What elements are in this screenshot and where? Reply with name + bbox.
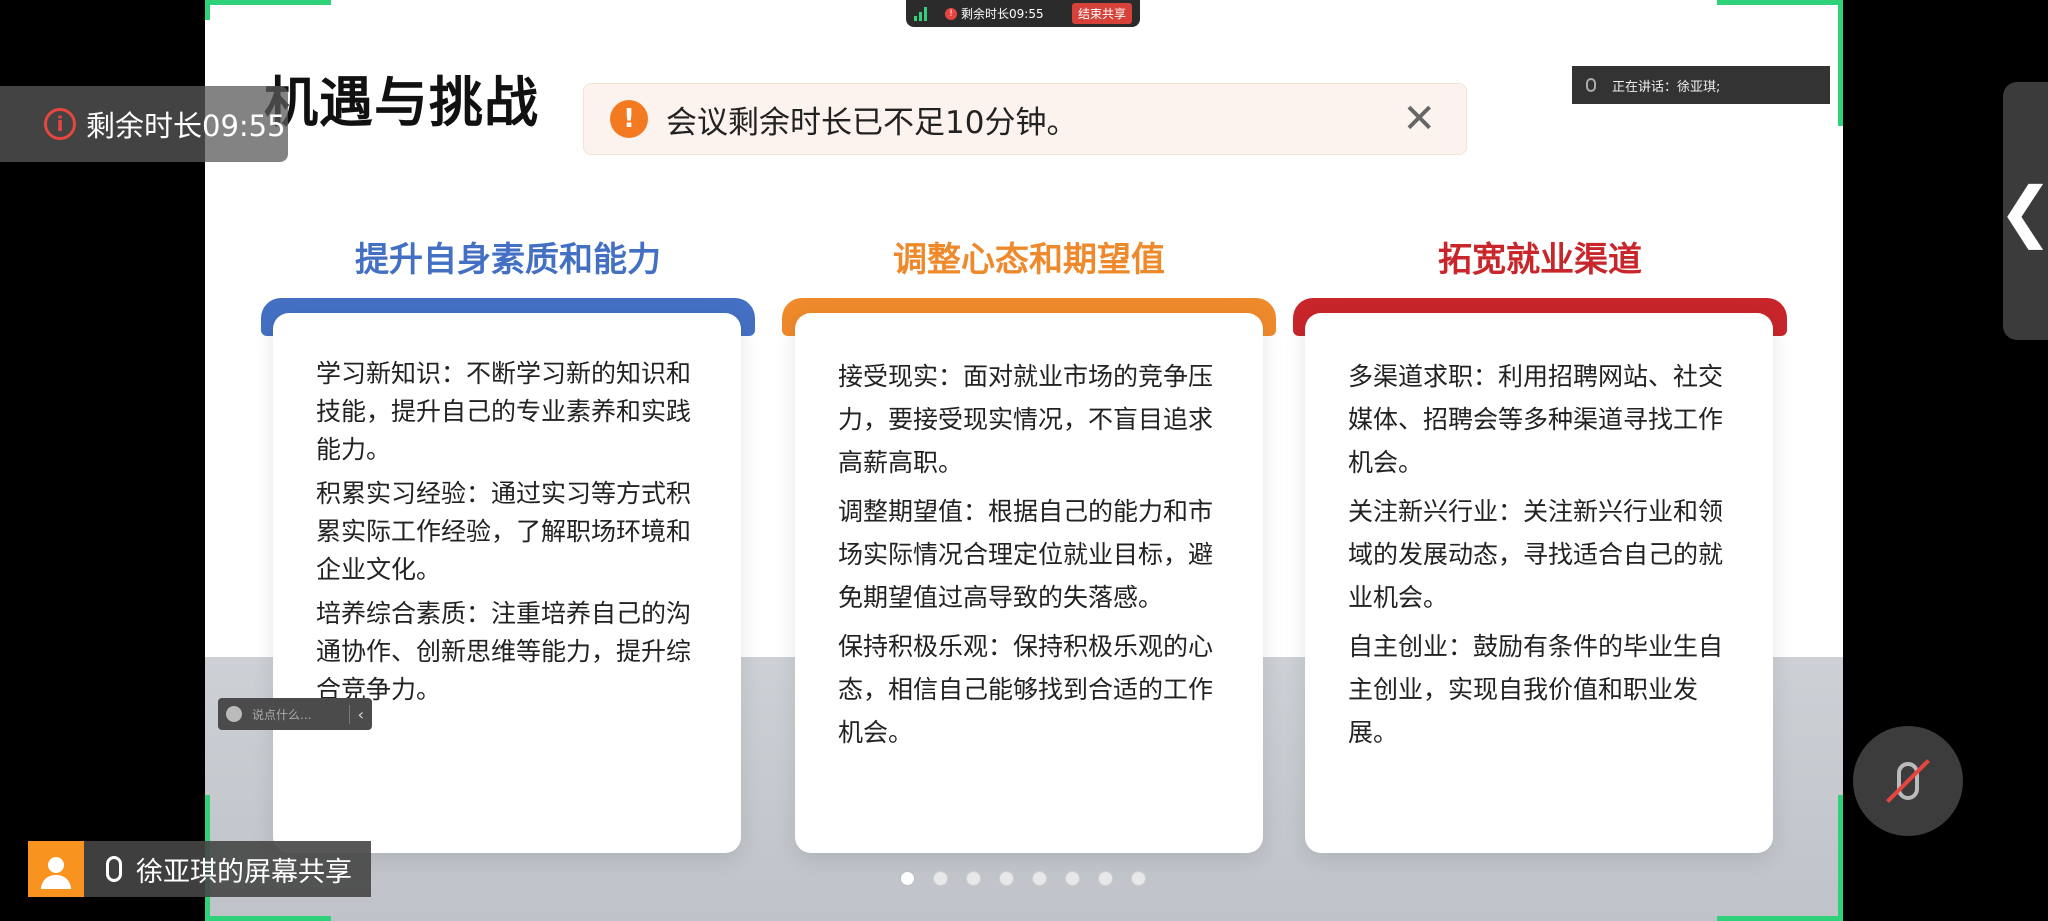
card-item: 学习新知识：不断学习新的知识和技能，提升自己的专业素养和实践能力。 [316,359,692,464]
card-item: 自主创业：鼓励有条件的毕业生自主创业，实现自我价值和职业发展。 [1348,632,1724,747]
card-item: 调整期望值：根据自己的能力和市场实际情况合理定位就业目标，避免期望值过高导致的失… [838,497,1214,612]
page-dot[interactable] [1065,871,1080,886]
chat-placeholder: 说点什么... [252,707,312,722]
card-item: 积累实习经验：通过实习等方式积累实际工作经验，了解职场环境和企业文化。 [316,479,692,584]
speaking-text: 正在讲话：徐亚琪; [1612,79,1721,95]
card-item: 保持积极乐观：保持积极乐观的心态，相信自己能够找到合适的工作机会。 [838,632,1214,747]
mic-icon [1586,78,1596,92]
mic-icon [106,856,122,882]
chat-input[interactable]: 说点什么... ‹ [218,698,372,730]
warning-icon: ! [610,100,648,138]
column-heading: 提升自身素质和能力 [355,240,661,280]
info-icon: ! [945,7,957,20]
share-owner-label: 徐亚琪的屏幕共享 [136,856,352,888]
page-dot[interactable] [1032,871,1047,886]
avatar [28,841,84,897]
screen-share-label: 徐亚琪的屏幕共享 [28,841,371,897]
person-icon [48,857,64,873]
remaining-time-text: 剩余时长09:55 [86,109,286,143]
chevron-left-icon: ❮ [1997,172,2048,250]
person-icon-body [41,875,71,889]
emoji-icon[interactable] [226,706,242,722]
page-dot-active[interactable] [900,871,915,886]
column-card: 接受现实：面对就业市场的竞争压力，要接受现实情况，不盲目追求高薪高职。 调整期望… [795,313,1263,853]
remaining-time-label: 剩余时长09:55 [961,7,1044,21]
column-heading: 调整心态和期望值 [893,240,1165,280]
column-card: 多渠道求职：利用招聘网站、社交媒体、招聘会等多种渠道寻找工作机会。 关注新兴行业… [1305,313,1773,853]
speaking-indicator: 正在讲话：徐亚琪; [1572,66,1830,104]
time-warning-toast: ! 会议剩余时长已不足10分钟。 ✕ [583,83,1467,155]
toast-message: 会议剩余时长已不足10分钟。 [666,104,1078,141]
stop-share-button[interactable]: 结束共享 [1071,3,1132,24]
side-panel-toggle[interactable]: ❮ [1998,82,2048,340]
signal-icon [914,6,927,21]
chevron-left-icon[interactable]: ‹ [348,704,372,724]
card-item: 多渠道求职：利用招聘网站、社交媒体、招聘会等多种渠道寻找工作机会。 [1348,362,1724,477]
page-dot[interactable] [966,871,981,886]
share-status-pill: ! 剩余时长09:55 结束共享 [906,0,1140,27]
page-dot[interactable] [1098,871,1113,886]
card-item: 接受现实：面对就业市场的竞争压力，要接受现实情况，不盲目追求高薪高职。 [838,362,1214,477]
column-heading: 拓宽就业渠道 [1438,240,1642,280]
remaining-time-chip: i 剩余时长09:55 [0,86,288,162]
mute-button[interactable] [1853,726,1963,836]
card-item: 培养综合素质：注重培养自己的沟通协作、创新思维等能力，提升综合竞争力。 [316,599,692,704]
info-icon: i [44,108,76,140]
page-dot[interactable] [999,871,1014,886]
card-item: 关注新兴行业：关注新兴行业和领域的发展动态，寻找适合自己的就业机会。 [1348,497,1724,612]
column-card: 学习新知识：不断学习新的知识和技能，提升自己的专业素养和实践能力。 积累实习经验… [273,313,741,853]
page-indicator [900,871,1146,886]
page-dot[interactable] [1131,871,1146,886]
page-dot[interactable] [933,871,948,886]
close-icon[interactable]: ✕ [1402,99,1436,139]
